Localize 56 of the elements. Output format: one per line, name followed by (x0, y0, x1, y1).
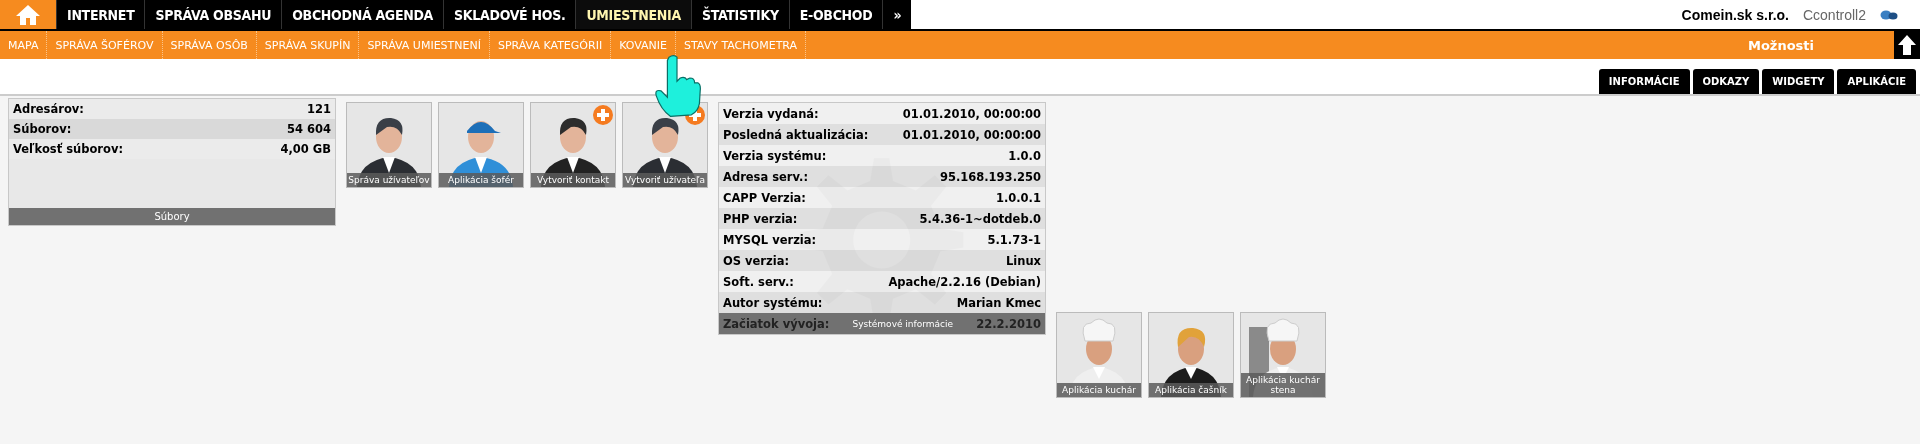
row-value: 01.01.2010, 00:00:00 (902, 106, 1041, 121)
row-label: Začiatok vývoja: (723, 316, 830, 331)
nav-tab[interactable]: UMIESTNENIA (575, 0, 691, 29)
company-name: Comein.sk s.r.o. (1681, 6, 1789, 23)
row-label: Posledná aktualizácia: (723, 127, 869, 142)
row-value: 5.1.73-1 (987, 232, 1041, 247)
row-value: 1.0.0 (1008, 148, 1041, 163)
row-label: Verzia vydaná: (723, 106, 819, 121)
tile-label: Aplikácia čašník (1149, 383, 1233, 397)
up-arrow-icon (1897, 34, 1917, 56)
row-label: OS verzia: (723, 253, 790, 268)
app-tile[interactable]: Vytvoriť kontakt (530, 102, 616, 188)
home-icon (15, 3, 41, 26)
row-label: Súborov: (13, 122, 72, 136)
footer-title: Systémové informácie (852, 318, 954, 329)
app-tile[interactable]: Aplikácia čašník (1148, 312, 1234, 398)
row-label: Adresa serv.: (723, 169, 809, 184)
row-label: CAPP Verzia: (723, 190, 806, 205)
row-label: Soft. serv.: (723, 274, 794, 289)
row-value: Apache/2.2.16 (Debian) (888, 274, 1041, 289)
row-value: Linux (1005, 253, 1041, 268)
row-label: Adresárov: (13, 102, 84, 116)
row-value: 22.2.2010 (976, 316, 1041, 331)
app-tile[interactable]: Aplikácia kuchár stena (1240, 312, 1326, 398)
panel-tab[interactable]: WIDGETY (1762, 69, 1835, 94)
scroll-up-button[interactable] (1894, 31, 1920, 59)
user-name: Ccontroll2 (1802, 6, 1866, 23)
logout-icon[interactable] (1880, 8, 1898, 21)
row-value: 01.01.2010, 00:00:00 (902, 127, 1041, 142)
panel-tab[interactable]: ODKAZY (1692, 69, 1760, 94)
row-value: 4,00 GB (280, 142, 331, 156)
tile-label: Aplikácia kuchár (1057, 383, 1141, 397)
tile-label: Vytvoriť kontakt (531, 173, 615, 187)
row-value: 1.0.0.1 (995, 190, 1041, 205)
tile-label: Vytvoriť užívateľa (623, 173, 707, 187)
app-tile[interactable]: Aplikácia šofér (438, 102, 524, 188)
row-value: 5.4.36-1~dotdeb.0 (919, 211, 1041, 226)
tile-label: Správa užívateľov (347, 173, 431, 187)
panel-footer: Súbory (9, 208, 335, 225)
row-value: 95.168.193.250 (939, 169, 1041, 184)
row-label: Verzia systému: (723, 148, 827, 163)
row-label: MYSQL verzia: (723, 232, 817, 247)
panel-tab[interactable]: INFORMÁCIE (1598, 69, 1690, 94)
app-tile[interactable]: Správa užívateľov (346, 102, 432, 188)
panel-tab[interactable]: APLIKÁCIE (1837, 69, 1916, 94)
tile-label: Aplikácia šofér (439, 173, 523, 187)
tile-label: Aplikácia kuchár stena (1241, 373, 1325, 397)
row-value: Marian Kmec (956, 295, 1041, 310)
row-label: PHP verzia: (723, 211, 798, 226)
row-label: Autor systému: (723, 295, 823, 310)
row-value: 121 (307, 102, 331, 116)
app-tile[interactable]: Aplikácia kuchár (1056, 312, 1142, 398)
row-value: 54 604 (287, 122, 331, 136)
row-label: Veľkosť súborov: (13, 142, 123, 156)
hand-cursor-icon (652, 54, 702, 118)
app-tile[interactable]: Vytvoriť užívateľa (622, 102, 708, 188)
